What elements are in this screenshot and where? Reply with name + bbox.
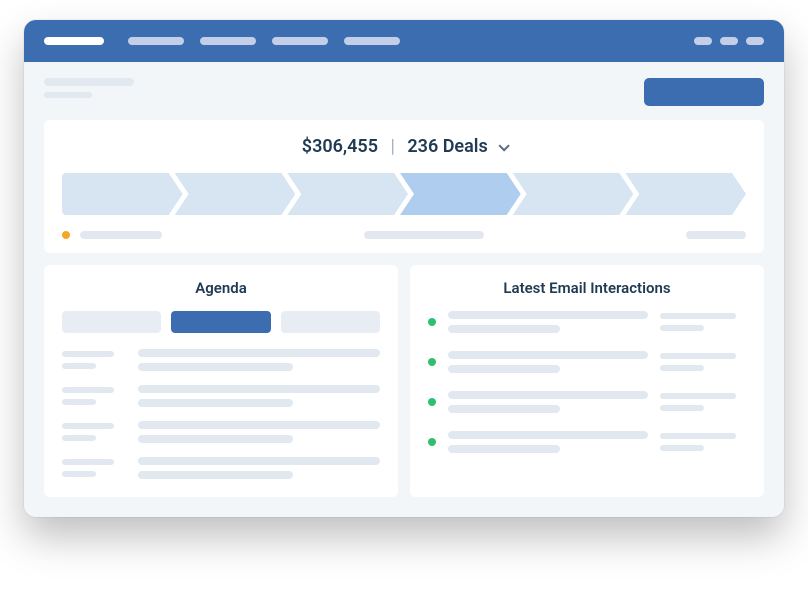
- status-dot-icon: [428, 358, 436, 366]
- agenda-item[interactable]: [62, 349, 380, 371]
- page-header-row: [44, 78, 764, 106]
- agenda-tabs: [62, 311, 380, 333]
- titlebar-action-button[interactable]: [720, 37, 738, 45]
- pipeline-deal-count: 236 Deals: [407, 136, 487, 157]
- chevron-down-icon: [499, 140, 510, 151]
- panels-row: Agenda: [44, 265, 764, 497]
- agenda-panel: Agenda: [44, 265, 398, 497]
- pipeline-summary[interactable]: $306,455 | 236 Deals: [62, 136, 746, 157]
- app-window: $306,455 | 236 Deals: [24, 20, 784, 517]
- email-interactions-panel: Latest Email Interactions: [410, 265, 764, 497]
- titlebar: [24, 20, 784, 62]
- breadcrumb-placeholder: [44, 78, 134, 86]
- pipeline-stage[interactable]: [62, 173, 183, 215]
- pipeline-total-value: $306,455: [302, 136, 378, 157]
- agenda-title: Agenda: [62, 279, 380, 297]
- content-area: $306,455 | 236 Deals: [24, 62, 784, 517]
- legend-label-placeholder: [80, 231, 162, 239]
- status-dot-icon: [428, 318, 436, 326]
- email-item[interactable]: [428, 431, 746, 453]
- primary-action-button[interactable]: [644, 78, 764, 106]
- breadcrumb: [44, 78, 134, 98]
- email-list: [428, 311, 746, 453]
- agenda-tab[interactable]: [62, 311, 161, 333]
- main-nav: [128, 37, 400, 45]
- nav-item[interactable]: [344, 37, 400, 45]
- titlebar-action-button[interactable]: [746, 37, 764, 45]
- nav-item[interactable]: [200, 37, 256, 45]
- legend-dot-icon: [62, 231, 70, 239]
- pipeline-stage[interactable]: [287, 173, 408, 215]
- divider: |: [390, 136, 394, 157]
- status-dot-icon: [428, 398, 436, 406]
- legend-label-placeholder: [364, 231, 484, 239]
- nav-item[interactable]: [128, 37, 184, 45]
- email-panel-title: Latest Email Interactions: [428, 279, 746, 297]
- agenda-item[interactable]: [62, 421, 380, 443]
- titlebar-actions: [694, 37, 764, 45]
- pipeline-stages: [62, 173, 746, 215]
- nav-item[interactable]: [272, 37, 328, 45]
- legend-label-placeholder: [686, 231, 746, 239]
- pipeline-stage[interactable]: [625, 173, 746, 215]
- status-dot-icon: [428, 438, 436, 446]
- agenda-tab[interactable]: [171, 311, 270, 333]
- pipeline-card: $306,455 | 236 Deals: [44, 120, 764, 253]
- agenda-item[interactable]: [62, 385, 380, 407]
- pipeline-stage[interactable]: [400, 173, 521, 215]
- agenda-item[interactable]: [62, 457, 380, 479]
- agenda-list: [62, 349, 380, 479]
- email-item[interactable]: [428, 351, 746, 373]
- breadcrumb-placeholder: [44, 92, 92, 98]
- pipeline-legend: [62, 231, 746, 239]
- logo[interactable]: [44, 37, 104, 45]
- pipeline-stage[interactable]: [175, 173, 296, 215]
- email-item[interactable]: [428, 311, 746, 333]
- titlebar-action-button[interactable]: [694, 37, 712, 45]
- agenda-tab[interactable]: [281, 311, 380, 333]
- pipeline-stage[interactable]: [513, 173, 634, 215]
- email-item[interactable]: [428, 391, 746, 413]
